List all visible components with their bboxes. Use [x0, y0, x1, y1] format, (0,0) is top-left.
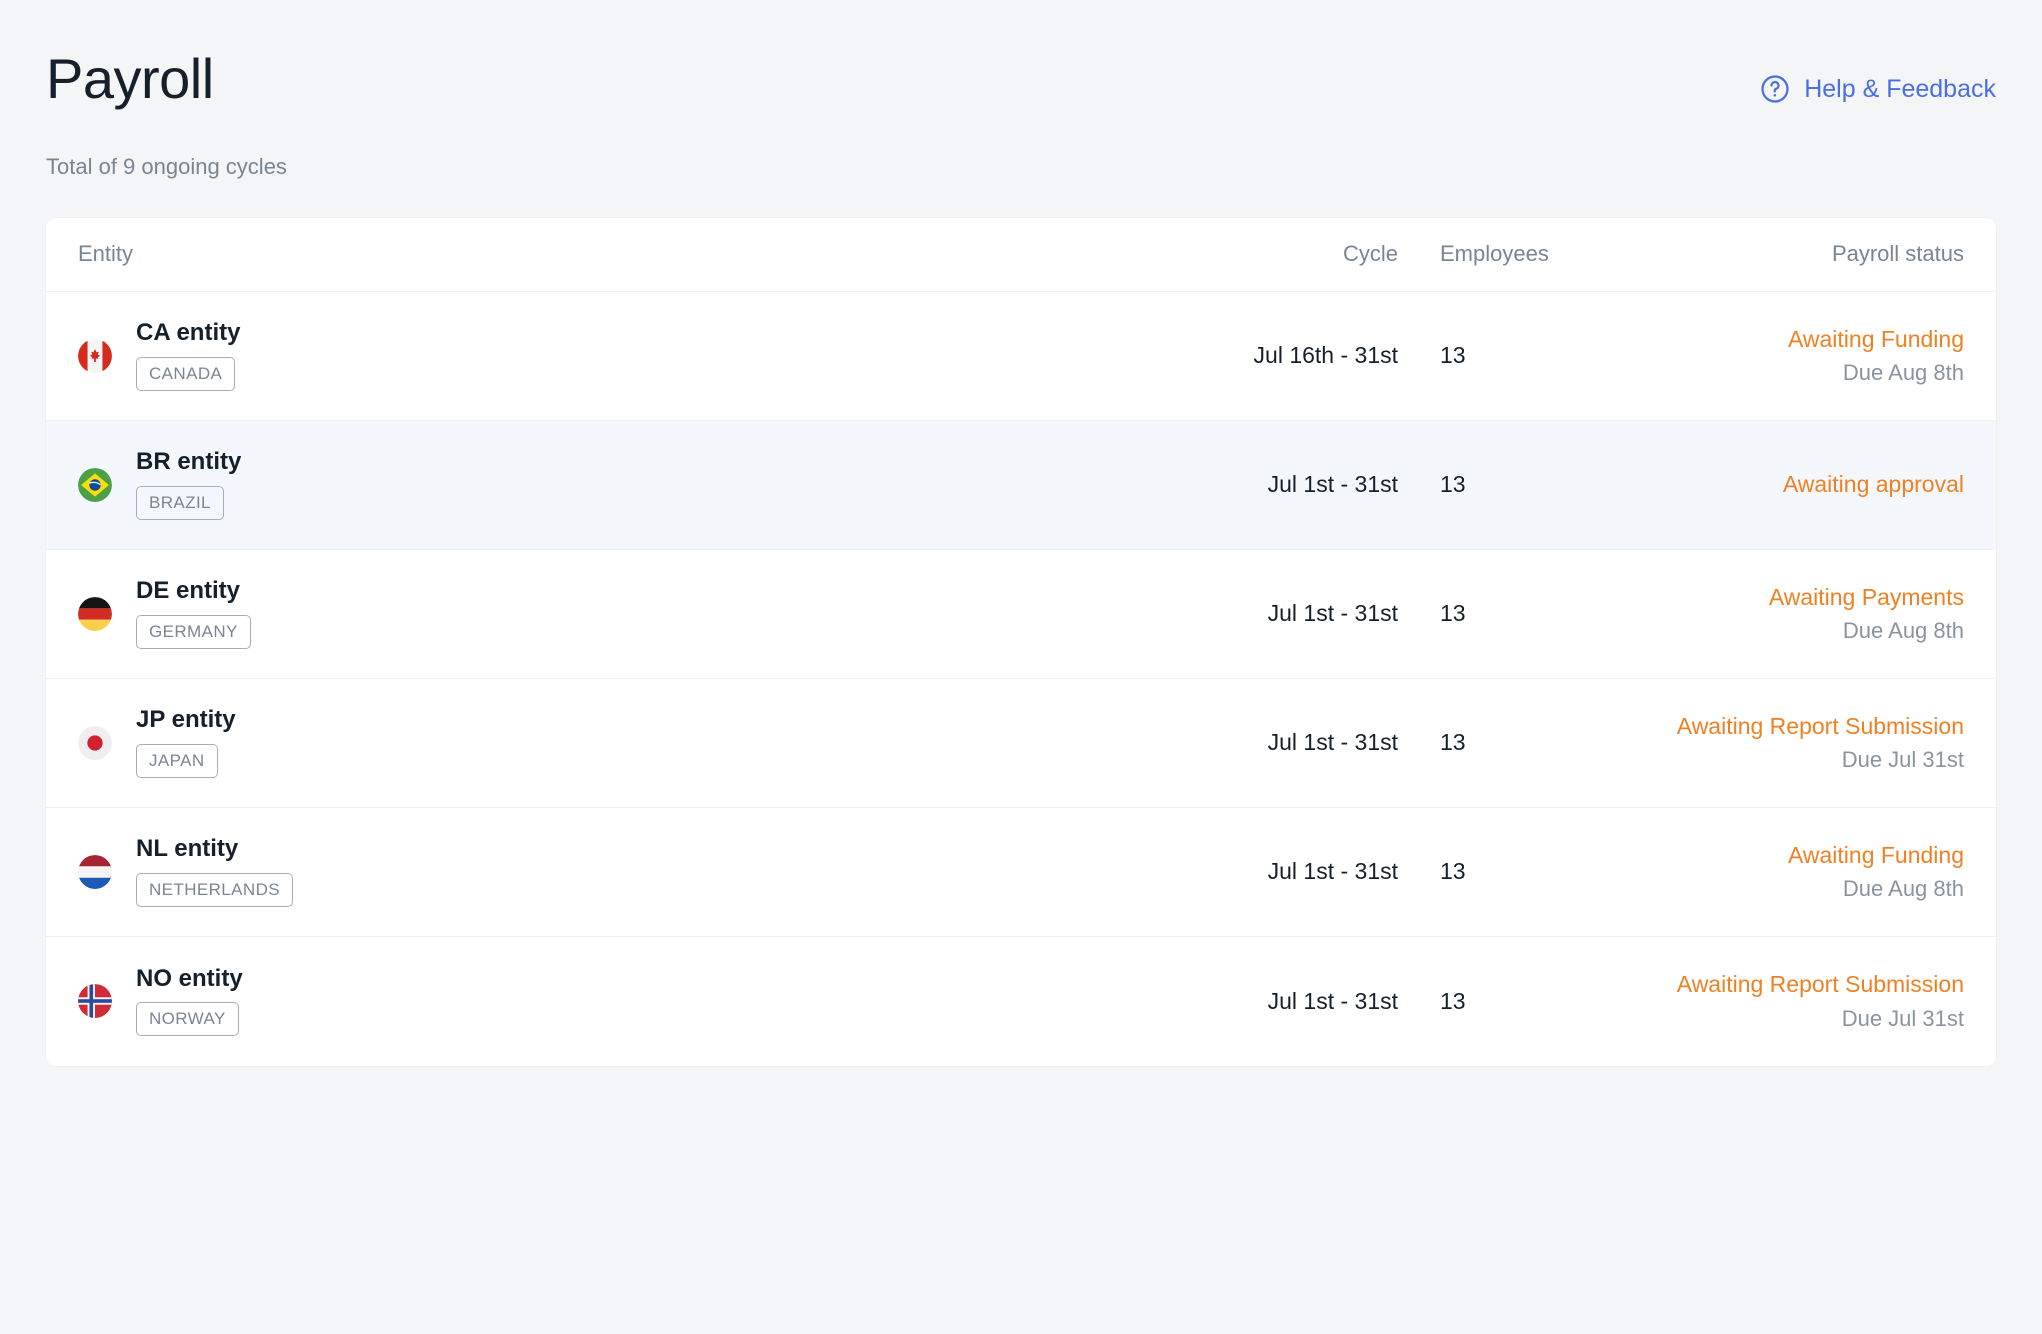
status-due-date: Due Aug 8th: [1843, 360, 1964, 385]
cycle-value: Jul 1st - 31st: [1208, 729, 1398, 756]
employees-value: 13: [1398, 858, 1578, 885]
employees-value: 13: [1398, 988, 1578, 1015]
flag-japan-icon: [78, 726, 112, 760]
cycle-value: Jul 1st - 31st: [1208, 471, 1398, 498]
status-badge: Awaiting approval: [1783, 471, 1964, 497]
entity-name: JP entity: [136, 707, 236, 733]
table-row[interactable]: NO entity NORWAY Jul 1st - 31st 13 Await…: [46, 937, 1996, 1066]
question-circle-icon: [1760, 74, 1790, 104]
status-cell: Awaiting Report Submission Due Jul 31st: [1578, 713, 1964, 773]
country-badge: GERMANY: [136, 615, 251, 649]
table-header-row: Entity Cycle Employees Payroll status: [46, 218, 1996, 292]
status-due-date: Due Aug 8th: [1843, 876, 1964, 901]
status-badge: Awaiting Report Submission: [1677, 971, 1964, 997]
status-badge: Awaiting Payments: [1769, 584, 1964, 610]
entity-name: DE entity: [136, 578, 251, 604]
cycle-value: Jul 1st - 31st: [1208, 858, 1398, 885]
entity-text-group: BR entity BRAZIL: [136, 449, 241, 519]
page-title: Payroll: [46, 48, 214, 110]
flag-canada-icon: [78, 339, 112, 373]
status-badge: Awaiting Funding: [1788, 842, 1964, 868]
country-badge: JAPAN: [136, 744, 218, 778]
column-header-cycle: Cycle: [1208, 241, 1398, 267]
status-cell: Awaiting Funding Due Aug 8th: [1578, 326, 1964, 386]
country-badge: NORWAY: [136, 1002, 239, 1036]
status-due-date: Due Jul 31st: [1842, 1006, 1964, 1031]
table-body: CA entity CANADA Jul 16th - 31st 13 Awai…: [46, 292, 1996, 1066]
payroll-table: Entity Cycle Employees Payroll status CA…: [46, 218, 1996, 1066]
cycles-summary: Total of 9 ongoing cycles: [46, 154, 1996, 180]
entity-cell: CA entity CANADA: [78, 320, 1208, 390]
country-badge: BRAZIL: [136, 486, 224, 520]
column-header-entity: Entity: [78, 241, 1208, 267]
employees-value: 13: [1398, 729, 1578, 756]
status-badge: Awaiting Funding: [1788, 326, 1964, 352]
cycle-value: Jul 1st - 31st: [1208, 600, 1398, 627]
entity-text-group: DE entity GERMANY: [136, 578, 251, 648]
column-header-status: Payroll status: [1578, 241, 1964, 267]
page-header: Payroll Help & Feedback: [46, 0, 1996, 110]
payroll-table-card: Entity Cycle Employees Payroll status CA…: [46, 218, 1996, 1066]
status-badge: Awaiting Report Submission: [1677, 713, 1964, 739]
status-due-date: Due Aug 8th: [1843, 618, 1964, 643]
employees-value: 13: [1398, 600, 1578, 627]
country-badge: CANADA: [136, 357, 235, 391]
status-due-date: Due Jul 31st: [1842, 747, 1964, 772]
status-cell: Awaiting Funding Due Aug 8th: [1578, 842, 1964, 902]
entity-cell: NL entity NETHERLANDS: [78, 836, 1208, 906]
entity-text-group: JP entity JAPAN: [136, 707, 236, 777]
entity-name: NL entity: [136, 836, 293, 862]
table-row[interactable]: NL entity NETHERLANDS Jul 1st - 31st 13 …: [46, 808, 1996, 937]
table-row[interactable]: CA entity CANADA Jul 16th - 31st 13 Awai…: [46, 292, 1996, 421]
employees-value: 13: [1398, 342, 1578, 369]
entity-cell: NO entity NORWAY: [78, 966, 1208, 1036]
entity-cell: JP entity JAPAN: [78, 707, 1208, 777]
table-row[interactable]: DE entity GERMANY Jul 1st - 31st 13 Awai…: [46, 550, 1996, 679]
cycle-value: Jul 16th - 31st: [1208, 342, 1398, 369]
entity-cell: BR entity BRAZIL: [78, 449, 1208, 519]
table-row[interactable]: BR entity BRAZIL Jul 1st - 31st 13 Await…: [46, 421, 1996, 550]
entity-cell: DE entity GERMANY: [78, 578, 1208, 648]
flag-netherlands-icon: [78, 855, 112, 889]
entity-text-group: CA entity CANADA: [136, 320, 240, 390]
table-row[interactable]: JP entity JAPAN Jul 1st - 31st 13 Awaiti…: [46, 679, 1996, 808]
entity-text-group: NO entity NORWAY: [136, 966, 243, 1036]
status-cell: Awaiting Report Submission Due Jul 31st: [1578, 971, 1964, 1031]
entity-text-group: NL entity NETHERLANDS: [136, 836, 293, 906]
flag-germany-icon: [78, 597, 112, 631]
help-and-feedback-label: Help & Feedback: [1804, 75, 1996, 104]
help-and-feedback-link[interactable]: Help & Feedback: [1760, 74, 1996, 104]
employees-value: 13: [1398, 471, 1578, 498]
status-cell: Awaiting approval: [1578, 471, 1964, 497]
column-header-employees: Employees: [1398, 241, 1578, 267]
country-badge: NETHERLANDS: [136, 873, 293, 907]
entity-name: NO entity: [136, 966, 243, 992]
flag-norway-icon: [78, 984, 112, 1018]
payroll-page: Payroll Help & Feedback Total of 9 ongoi…: [0, 0, 2042, 1334]
cycle-value: Jul 1st - 31st: [1208, 988, 1398, 1015]
entity-name: CA entity: [136, 320, 240, 346]
entity-name: BR entity: [136, 449, 241, 475]
status-cell: Awaiting Payments Due Aug 8th: [1578, 584, 1964, 644]
flag-brazil-icon: [78, 468, 112, 502]
